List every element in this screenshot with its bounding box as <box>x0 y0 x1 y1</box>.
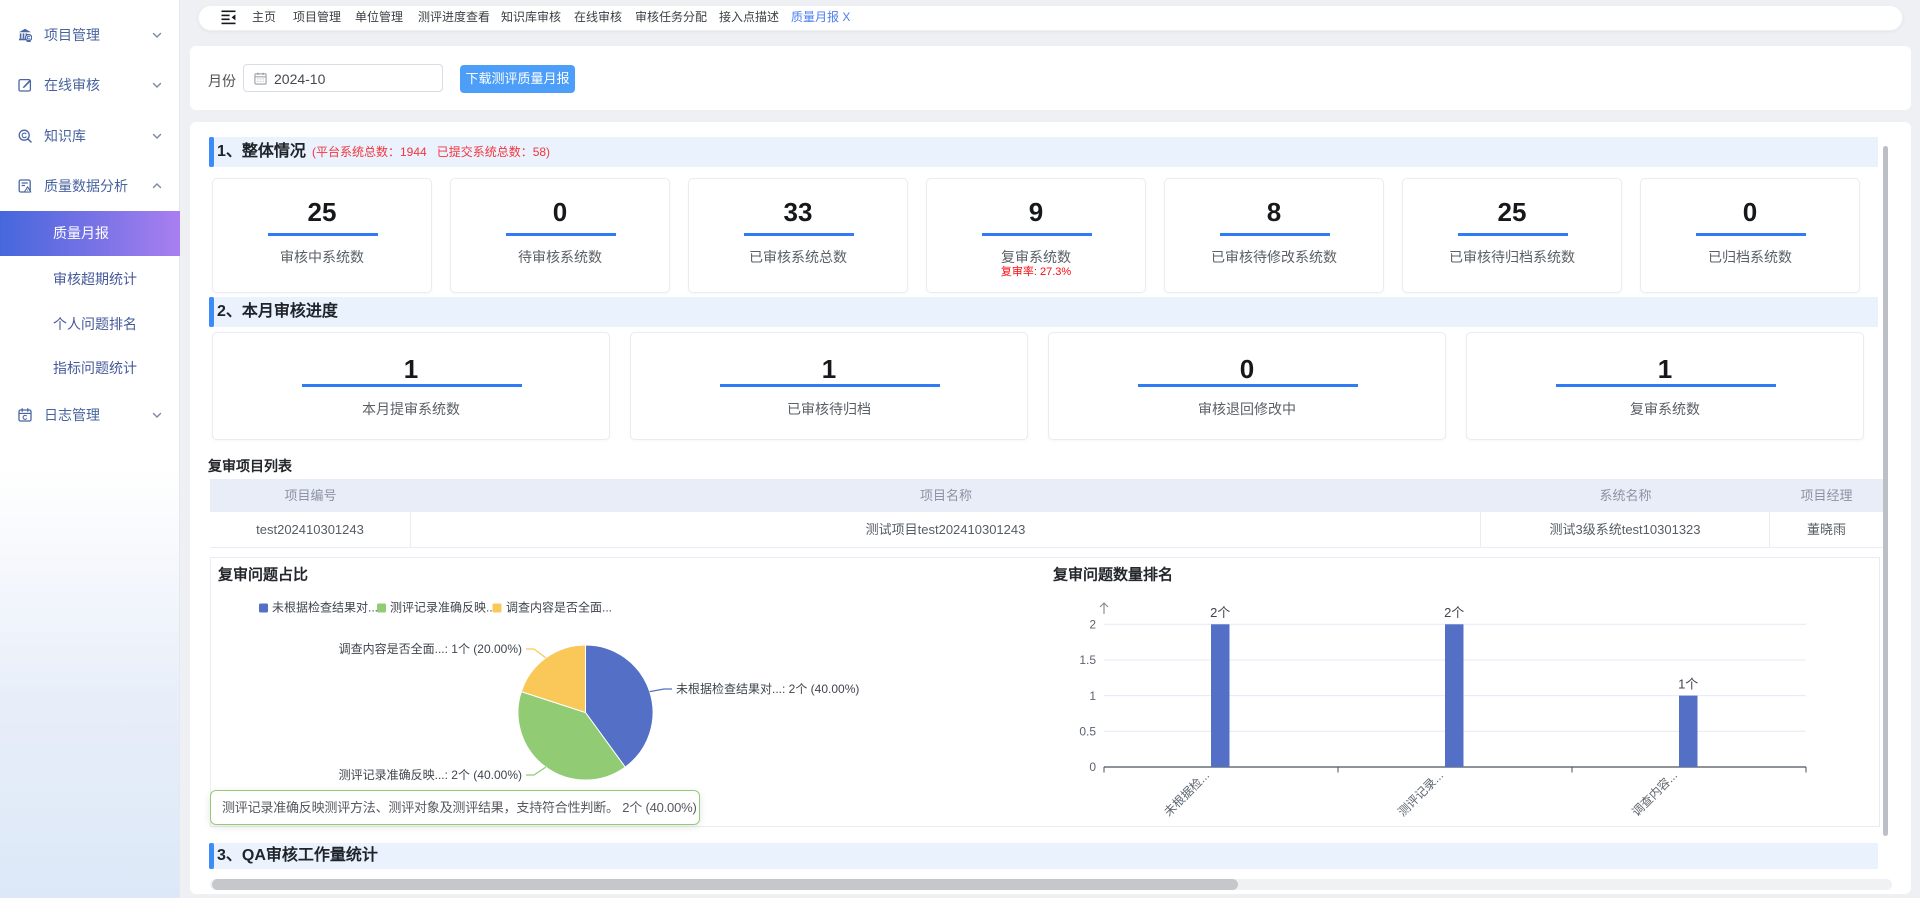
svg-text:测评记录准确反映...: 2个 (40.00%): 测评记录准确反映...: 2个 (40.00%) <box>339 768 522 782</box>
svg-text:未根据检...: 未根据检... <box>1160 768 1212 820</box>
svg-text:复审问题数量排名: 复审问题数量排名 <box>1052 566 1173 584</box>
svg-text:2个: 2个 <box>1444 605 1464 620</box>
svg-text:测评记录准确反映...: 测评记录准确反映... <box>390 601 496 615</box>
svg-text:2个: 2个 <box>1210 605 1230 620</box>
svg-text:0.5: 0.5 <box>1079 725 1096 739</box>
svg-text:未根据检查结果对...: 未根据检查结果对... <box>272 600 378 615</box>
svg-text:测评记录...: 测评记录... <box>1395 768 1446 819</box>
svg-text:调查内容是否全面...: 调查内容是否全面... <box>506 600 612 615</box>
svg-text:未根据检查结果对...: 2个 (40.00%): 未根据检查结果对...: 2个 (40.00%) <box>676 681 859 696</box>
svg-text:调查内容...: 调查内容... <box>1628 768 1680 820</box>
svg-text:调查内容是否全面...: 1个 (20.00%): 调查内容是否全面...: 1个 (20.00%) <box>339 641 522 656</box>
svg-text:1: 1 <box>1089 689 1096 703</box>
svg-text:0: 0 <box>1089 760 1096 774</box>
svg-text:2: 2 <box>1089 618 1096 632</box>
svg-text:复审问题占比: 复审问题占比 <box>217 566 308 584</box>
svg-text:1.5: 1.5 <box>1079 653 1096 667</box>
svg-text:1个: 1个 <box>1678 677 1698 692</box>
